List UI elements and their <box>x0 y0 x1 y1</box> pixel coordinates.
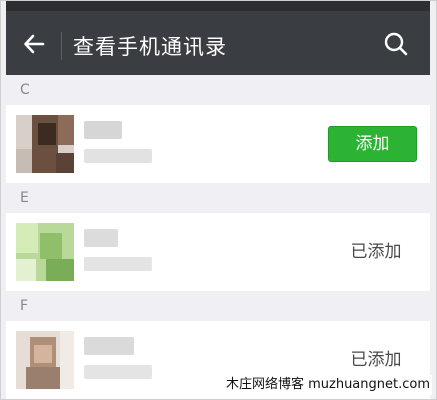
contact-row[interactable]: 已添加 <box>6 213 430 291</box>
contact-name-blurred <box>84 229 118 247</box>
avatar <box>16 115 74 173</box>
contact-subtitle-blurred <box>84 149 152 163</box>
watermark-text: 木庄网络博客 muzhuangnet.com <box>223 375 432 395</box>
added-status: 已添加 <box>350 350 402 370</box>
contact-name-blurred <box>84 337 134 355</box>
contact-subtitle-blurred <box>84 257 152 271</box>
contact-row[interactable]: 添加 <box>6 105 430 183</box>
add-contact-button[interactable]: 添加 <box>328 126 417 162</box>
arrow-left-icon <box>23 33 45 59</box>
search-button[interactable] <box>379 29 413 63</box>
section-header-f: F <box>6 291 430 321</box>
section-header-e: E <box>6 183 430 213</box>
avatar <box>16 331 74 389</box>
contact-name-blurred <box>84 121 122 139</box>
app-window: 查看手机通讯录 C 添加 E 已添加 F 已添加 木庄网络博客 muzhuang… <box>0 0 437 400</box>
contact-subtitle-blurred <box>84 365 152 379</box>
search-icon <box>383 31 409 61</box>
contact-list: C 添加 E 已添加 F 已添加 <box>6 75 430 399</box>
back-button[interactable] <box>19 31 49 61</box>
header-divider <box>61 32 62 60</box>
avatar <box>16 223 74 281</box>
section-header-c: C <box>6 75 430 105</box>
page-title: 查看手机通讯录 <box>73 35 227 59</box>
status-strip <box>6 1 430 11</box>
added-status: 已添加 <box>350 242 402 262</box>
